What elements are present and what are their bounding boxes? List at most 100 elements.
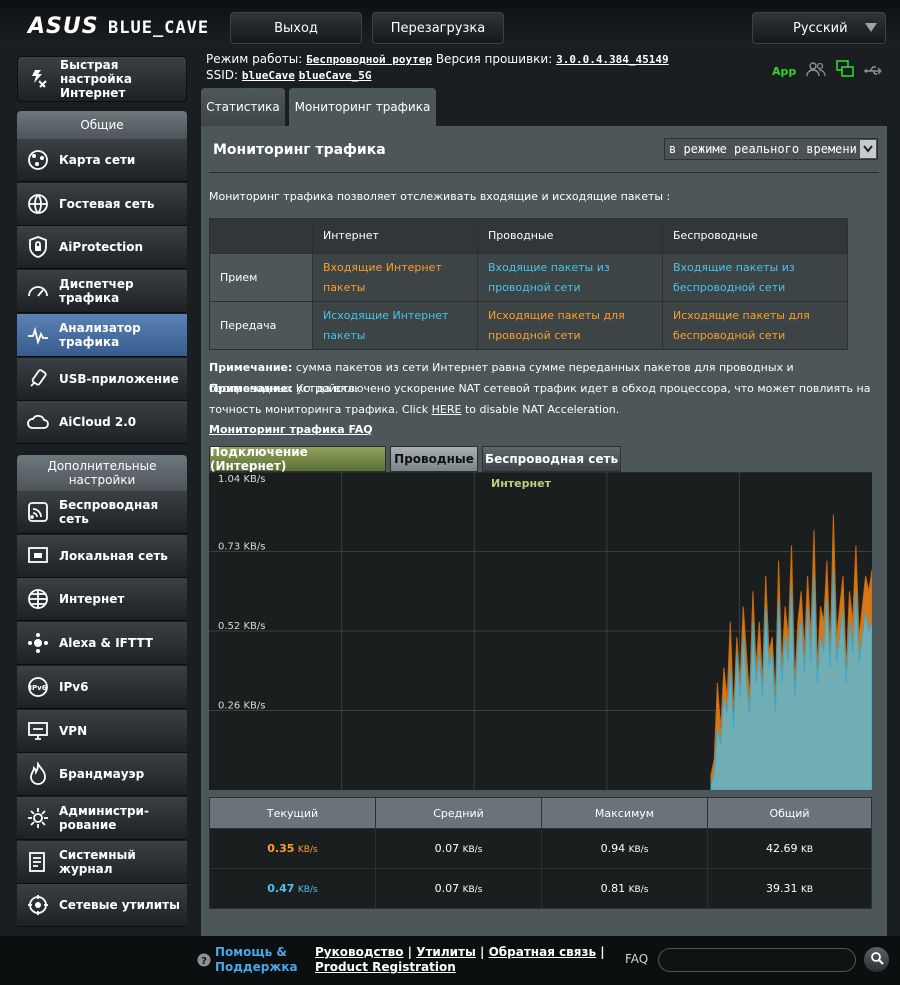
stats-header: Средний bbox=[375, 797, 542, 829]
table-cell: Исходящие пакеты для проводной сети bbox=[477, 301, 663, 350]
chevron-down-icon bbox=[865, 23, 877, 32]
sidebar-item-firewall[interactable]: Брандмауэр bbox=[17, 753, 187, 797]
sidebar-item-ipv6[interactable]: IPv6 IPv6 bbox=[17, 665, 187, 709]
sidebar-item-label: Alexa & IFTTT bbox=[59, 636, 153, 651]
unit: KB/s bbox=[628, 885, 649, 895]
row-label: Прием bbox=[209, 253, 313, 302]
graph-tab-wireless[interactable]: Беспроводная сеть bbox=[482, 446, 621, 472]
quick-setup-icon bbox=[26, 66, 52, 92]
app-status[interactable]: App bbox=[772, 65, 796, 78]
monitor-mode-select[interactable]: в режиме реального времени bbox=[664, 138, 878, 160]
note-label: Примечание: bbox=[209, 361, 293, 374]
top-bar: ASUS BLUE_CAVE Выход Перезагрузка Русски… bbox=[0, 0, 900, 48]
help-support-link[interactable]: Помощь & Поддержка bbox=[215, 945, 300, 975]
note-text: to disable NAT Acceleration. bbox=[461, 403, 620, 416]
total-value: 42.69 bbox=[765, 842, 798, 855]
footer-link-feedback[interactable]: Обратная связь bbox=[489, 945, 596, 959]
sidebar-item-label: Администри-рование bbox=[59, 803, 149, 832]
search-button[interactable] bbox=[864, 947, 889, 972]
aicloud-icon bbox=[25, 409, 51, 435]
search-icon bbox=[870, 950, 884, 969]
sidebar-item-traffic-analyzer[interactable]: Анализатор трафика bbox=[17, 313, 187, 357]
current-rx-value: 0.35 bbox=[267, 842, 295, 855]
op-mode-link[interactable]: Беспроводной роутер bbox=[306, 53, 432, 66]
ssid-2g-link[interactable]: blueCave bbox=[242, 69, 295, 82]
disable-nat-link[interactable]: HERE bbox=[432, 403, 462, 416]
sidebar-item-administration[interactable]: Администри-рование bbox=[17, 796, 187, 840]
sidebar-item-quick-setup[interactable]: Быстрая настройка Интернет bbox=[17, 56, 187, 102]
sidebar-item-aicloud[interactable]: AiCloud 2.0 bbox=[17, 401, 187, 445]
stats-max: 0.94 KB/s bbox=[541, 828, 708, 869]
footer-link-manual[interactable]: Руководство bbox=[315, 945, 403, 959]
status-icons: App bbox=[772, 60, 884, 82]
traffic-analyzer-icon bbox=[25, 322, 51, 348]
reboot-button[interactable]: Перезагрузка bbox=[372, 12, 504, 44]
stats-total: 39.31 KB bbox=[707, 868, 872, 909]
ssid-5g-link[interactable]: blueCave_5G bbox=[299, 69, 372, 82]
total-value: 39.31 bbox=[765, 882, 798, 895]
table-cell: Входящие пакеты из беспроводной сети bbox=[662, 253, 848, 302]
stats-total: 42.69 KB bbox=[707, 828, 872, 869]
sidebar-item-guest-network[interactable]: Гостевая сеть bbox=[17, 182, 187, 226]
faq-search-input[interactable] bbox=[658, 948, 856, 972]
vpn-icon bbox=[25, 718, 51, 744]
table-row: 0.47 KB/s 0.07 KB/s 0.81 KB/s 39.31 KB bbox=[209, 868, 872, 909]
sidebar-item-alexa[interactable]: Alexa & IFTTT bbox=[17, 622, 187, 666]
unit: KB/s bbox=[297, 845, 318, 855]
table-header: Интернет bbox=[312, 218, 478, 254]
table-header: Проводные bbox=[477, 218, 663, 254]
system-log-icon bbox=[25, 849, 51, 875]
sidebar-item-wan[interactable]: Интернет bbox=[17, 578, 187, 622]
op-mode-line: Режим работы: Беспроводной роутер Версия… bbox=[206, 52, 669, 66]
language-label: Русский bbox=[793, 20, 848, 36]
avg-value: 0.07 bbox=[434, 842, 460, 855]
monitor-legend-table: Интернет Проводные Беспроводные Прием Вх… bbox=[209, 218, 848, 350]
unit: KB bbox=[800, 885, 814, 895]
tab-statistics[interactable]: Статистика bbox=[201, 88, 285, 126]
footer-link-utilities[interactable]: Утилиты bbox=[416, 945, 476, 959]
table-header: Беспроводные bbox=[662, 218, 848, 254]
sidebar-item-network-map[interactable]: Карта сети bbox=[17, 139, 187, 182]
sidebar-item-usb-app[interactable]: USB-приложение bbox=[17, 357, 187, 401]
sidebar-item-label: VPN bbox=[59, 723, 88, 738]
wireless-icon bbox=[25, 499, 51, 525]
svg-text:?: ? bbox=[201, 956, 207, 967]
table-cell: Исходящие Интернет пакеты bbox=[312, 301, 478, 350]
divider bbox=[209, 172, 879, 173]
avg-value: 0.07 bbox=[434, 882, 460, 895]
aiprotection-icon bbox=[25, 234, 51, 260]
sidebar-item-traffic-manager[interactable]: Диспетчер трафика bbox=[17, 270, 187, 314]
row-label: Передача bbox=[209, 301, 313, 350]
clients-icon[interactable] bbox=[806, 61, 826, 81]
table-cell: Входящие пакеты из проводной сети bbox=[477, 253, 663, 302]
graph-tab-wired[interactable]: Проводные bbox=[390, 446, 478, 472]
footer-link-registration[interactable]: Product Registration bbox=[315, 960, 456, 974]
lan-icon bbox=[25, 543, 51, 569]
sidebar-item-vpn[interactable]: VPN bbox=[17, 709, 187, 753]
usb-app-icon bbox=[25, 366, 51, 392]
y-tick-label: 0.73 KB/s bbox=[218, 542, 265, 553]
language-select[interactable]: Русский bbox=[752, 12, 886, 44]
stats-header: Общий bbox=[707, 797, 872, 829]
note-2: Примечание: Когда включено ускорение NAT… bbox=[209, 378, 879, 420]
logout-button[interactable]: Выход bbox=[230, 12, 362, 44]
tab-traffic-monitor[interactable]: Мониторинг трафика bbox=[289, 88, 436, 126]
usb-icon[interactable] bbox=[864, 62, 884, 81]
network-status-icon[interactable] bbox=[836, 60, 855, 82]
sidebar-item-network-tools[interactable]: Сетевые утилиты bbox=[17, 884, 187, 928]
sidebar-item-wireless[interactable]: Беспроводная сеть bbox=[17, 491, 187, 534]
sidebar-item-aiprotection[interactable]: AiProtection bbox=[17, 226, 187, 270]
graph-tab-internet[interactable]: Подключение (Интернет) bbox=[209, 445, 386, 473]
svg-text:IPv6: IPv6 bbox=[29, 684, 46, 692]
sidebar-item-system-log[interactable]: Системный журнал bbox=[17, 840, 187, 884]
sidebar-item-lan[interactable]: Локальная сеть bbox=[17, 534, 187, 578]
sidebar-item-label: IPv6 bbox=[59, 679, 89, 694]
firmware-link[interactable]: 3.0.0.4.384_45149 bbox=[556, 53, 669, 66]
table-row: Передача Исходящие Интернет пакеты Исход… bbox=[209, 301, 848, 350]
sidebar-item-label: Карта сети bbox=[59, 153, 136, 167]
alexa-icon bbox=[25, 630, 51, 656]
table-cell: Входящие Интернет пакеты bbox=[312, 253, 478, 302]
sidebar-advanced-header: Дополнительные настройки bbox=[17, 455, 187, 491]
traffic-monitor-faq-link[interactable]: Мониторинг трафика FAQ bbox=[209, 423, 373, 436]
guest-network-icon bbox=[25, 191, 51, 217]
